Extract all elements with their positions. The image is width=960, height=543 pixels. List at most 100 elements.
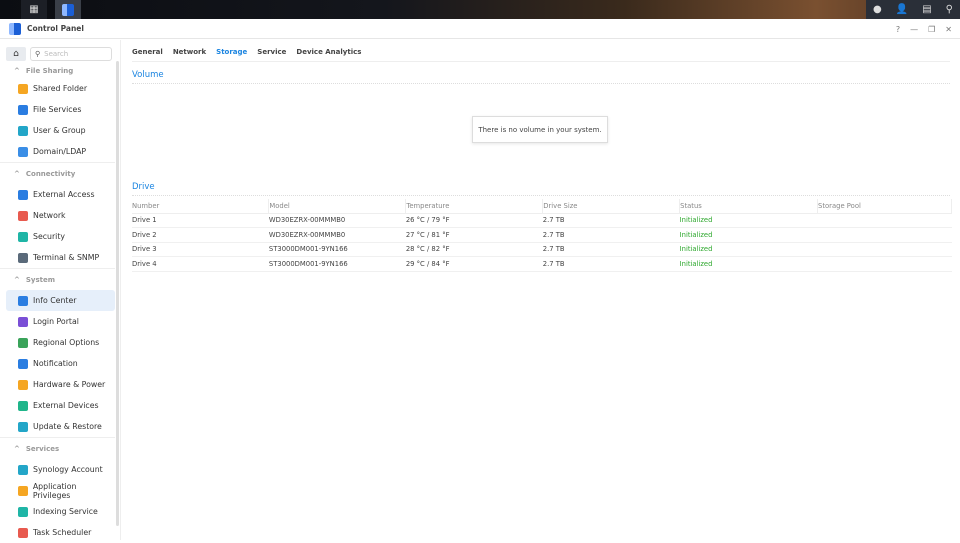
- drive-table: Number Model Temperature Drive Size Status St…: [132, 199, 952, 272]
- sidebar-item[interactable]: Domain/LDAP: [6, 141, 115, 162]
- tab[interactable]: General: [132, 46, 168, 61]
- widgets-icon[interactable]: ▤: [922, 4, 931, 15]
- table-cell: 2.7 TB: [542, 213, 680, 228]
- control-panel-icon: [62, 3, 74, 16]
- sidebar-item[interactable]: Application Privileges: [6, 480, 115, 501]
- no-volume-message: There is no volume in your system.: [472, 116, 608, 143]
- sidebar-item[interactable]: Shared Folder: [6, 78, 115, 99]
- control-panel-icon: [9, 22, 21, 35]
- chevron-up-icon: ^: [14, 169, 20, 178]
- sidebar-scrollbar[interactable]: [116, 61, 119, 526]
- table-cell: Initialized: [679, 256, 818, 272]
- chevron-up-icon: ^: [14, 444, 20, 453]
- grid-icon: ▦: [29, 4, 39, 15]
- minimize-button[interactable]: —: [910, 25, 918, 34]
- sidebar-item[interactable]: File Services: [6, 99, 115, 120]
- table-row[interactable]: Drive 2 WD30EZRX-00MMMB0 27 °C / 81 °F 2.7 …: [132, 227, 952, 243]
- table-cell: Drive 1: [132, 213, 269, 228]
- table-cell: [817, 242, 952, 257]
- sidebar-item-icon: [18, 400, 28, 411]
- table-cell: [817, 213, 952, 228]
- table-cell: [817, 227, 952, 243]
- sidebar-item-icon: [18, 485, 28, 496]
- sidebar-item-icon: [18, 464, 28, 475]
- table-cell: 2.7 TB: [542, 242, 680, 257]
- sidebar-item-icon: [18, 295, 28, 306]
- column-header[interactable]: Temperature: [405, 199, 544, 214]
- table-cell: ST3000DM001-9YN166: [268, 242, 406, 257]
- user-icon[interactable]: 👤: [896, 4, 908, 15]
- sidebar-item-icon: [18, 231, 28, 242]
- table-cell: 28 °C / 82 °F: [405, 242, 543, 257]
- table-row[interactable]: Drive 3 ST3000DM001-9YN166 28 °C / 82 °F 2.…: [132, 242, 952, 257]
- chevron-up-icon: ^: [14, 275, 20, 284]
- sidebar-item-icon: [18, 104, 28, 115]
- sidebar-item[interactable]: External Access: [6, 184, 115, 205]
- search-icon[interactable]: ⚲: [946, 4, 953, 15]
- column-header[interactable]: Status: [679, 199, 819, 214]
- table-cell: Drive 2: [132, 227, 269, 243]
- sidebar-group-header[interactable]: ^ Services: [0, 437, 115, 459]
- chevron-up-icon: ^: [14, 67, 20, 75]
- home-button[interactable]: ⌂: [6, 47, 26, 61]
- table-cell: 29 °C / 84 °F: [405, 256, 543, 272]
- window-titlebar: Control Panel ? — ❐ ✕: [0, 19, 960, 39]
- sidebar-item-icon: [18, 506, 28, 517]
- column-header[interactable]: Storage Pool: [817, 199, 952, 214]
- sidebar-item[interactable]: Security: [6, 226, 115, 247]
- sidebar: ⌂ ⚲ Search ^ File Sharing Shared Folder File…: [0, 40, 121, 540]
- table-cell: 2.7 TB: [542, 256, 680, 272]
- sidebar-item-icon: [18, 337, 28, 348]
- drive-section-title: Drive: [132, 182, 950, 196]
- main-menu-button[interactable]: ▦: [21, 0, 47, 19]
- table-cell: ST3000DM001-9YN166: [268, 256, 406, 272]
- sidebar-item[interactable]: Info Center: [6, 290, 115, 311]
- help-button[interactable]: ?: [896, 25, 900, 34]
- sidebar-group-header[interactable]: ^ Connectivity: [0, 162, 115, 184]
- sidebar-item[interactable]: User & Group: [6, 120, 115, 141]
- tab[interactable]: Service: [252, 46, 291, 61]
- column-header[interactable]: Drive Size: [542, 199, 681, 214]
- close-button[interactable]: ✕: [945, 25, 952, 34]
- main-panel: General Network Storage Service Device Analy…: [122, 40, 960, 540]
- table-cell: Drive 3: [132, 242, 269, 257]
- sidebar-item-icon: [18, 146, 28, 157]
- sidebar-item-icon: [18, 189, 28, 200]
- sidebar-item[interactable]: Hardware & Power: [6, 374, 115, 395]
- sidebar-item-icon: [18, 421, 28, 432]
- sidebar-item-icon: [18, 527, 28, 538]
- sidebar-item[interactable]: Regional Options: [6, 332, 115, 353]
- table-row[interactable]: Drive 4 ST3000DM001-9YN166 29 °C / 84 °F 2.…: [132, 256, 952, 272]
- sidebar-group-header[interactable]: ^ System: [0, 268, 115, 290]
- chat-icon[interactable]: ●: [873, 4, 882, 15]
- tab[interactable]: Storage: [211, 46, 252, 61]
- search-input[interactable]: ⚲ Search: [30, 47, 112, 61]
- sidebar-item-icon: [18, 358, 28, 369]
- table-cell: Drive 4: [132, 256, 269, 272]
- sidebar-item[interactable]: Notification: [6, 353, 115, 374]
- sidebar-item[interactable]: Indexing Service: [6, 501, 115, 522]
- table-cell: 27 °C / 81 °F: [405, 227, 543, 243]
- sidebar-item-icon: [18, 83, 28, 94]
- tab[interactable]: Network: [168, 46, 211, 61]
- column-header[interactable]: Number: [132, 199, 270, 214]
- sidebar-item[interactable]: Update & Restore: [6, 416, 115, 437]
- sidebar-item[interactable]: Terminal & SNMP: [6, 247, 115, 268]
- tab[interactable]: Device Analytics: [291, 46, 366, 61]
- sidebar-item-icon: [18, 125, 28, 136]
- volume-section-title: Volume: [132, 70, 950, 84]
- taskbar-control-panel[interactable]: [55, 0, 81, 19]
- sidebar-item[interactable]: Network: [6, 205, 115, 226]
- restore-button[interactable]: ❐: [928, 25, 935, 34]
- sidebar-group-header[interactable]: ^ File Sharing: [0, 64, 115, 78]
- column-header[interactable]: Model: [268, 199, 407, 214]
- sidebar-item[interactable]: Synology Account: [6, 459, 115, 480]
- table-cell: 2.7 TB: [542, 227, 680, 243]
- sidebar-item[interactable]: Login Portal: [6, 311, 115, 332]
- table-cell: [817, 256, 952, 272]
- table-cell: Initialized: [679, 213, 818, 228]
- table-cell: WD30EZRX-00MMMB0: [268, 213, 406, 228]
- sidebar-item[interactable]: External Devices: [6, 395, 115, 416]
- table-cell: WD30EZRX-00MMMB0: [268, 227, 406, 243]
- table-row[interactable]: Drive 1 WD30EZRX-00MMMB0 26 °C / 79 °F 2.7 …: [132, 213, 952, 228]
